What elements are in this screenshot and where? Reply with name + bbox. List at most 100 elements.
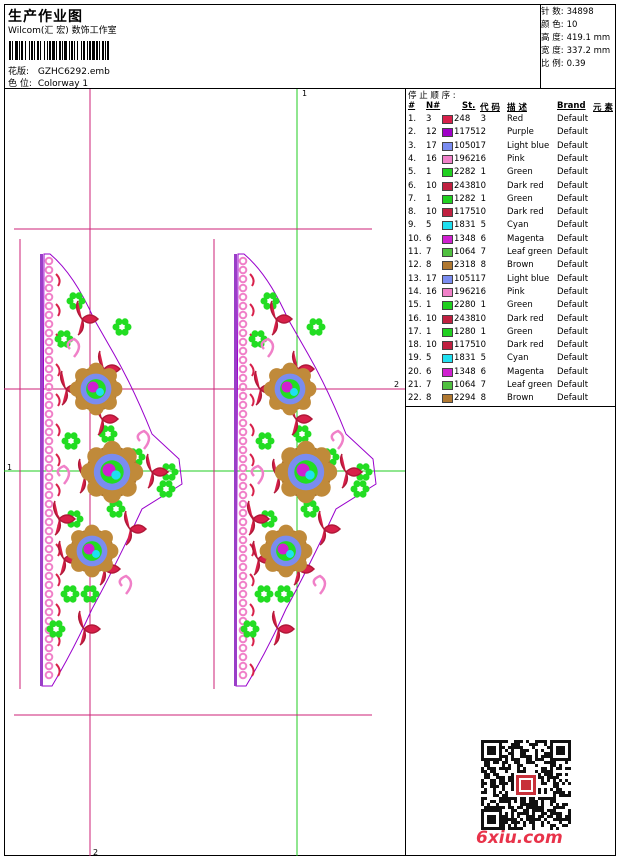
legend-cell-brand: Default [557, 167, 589, 178]
qr-module [559, 812, 562, 815]
qr-module [526, 818, 529, 821]
qr-module [526, 758, 529, 761]
leaf-dot [73, 520, 81, 528]
qr-module [538, 776, 541, 779]
legend-cell-c: 7 [426, 380, 432, 390]
qr-module [517, 758, 520, 761]
scallop [238, 346, 248, 356]
pink-curl [118, 574, 133, 595]
qr-module [532, 797, 535, 800]
scallop [44, 499, 54, 509]
legend-cell-code: 6 [480, 233, 486, 244]
scallop [44, 490, 54, 500]
qr-module [547, 776, 550, 779]
qr-module [514, 743, 517, 746]
qr-module [496, 806, 499, 809]
qr-module [514, 761, 517, 764]
qr-module [568, 782, 571, 785]
qr-module [559, 779, 562, 782]
leaf-dot [264, 432, 272, 440]
legend-row: 10. 6 1348 6 Magenta Default [406, 233, 616, 246]
qr-module [514, 824, 517, 827]
qr-module [481, 782, 484, 785]
scallop [44, 364, 54, 374]
qr-module [553, 824, 556, 827]
scallop [44, 463, 54, 473]
qr-module [553, 794, 556, 797]
scallop [238, 400, 248, 410]
scallop [238, 319, 248, 329]
leaf-dot [329, 448, 337, 456]
qr-module [505, 815, 508, 818]
leaf-dot [359, 490, 367, 498]
qr-module [521, 780, 531, 790]
qr-module [505, 812, 508, 815]
qr-module [514, 821, 517, 824]
scallop [44, 598, 54, 608]
qr-module [490, 785, 493, 788]
legend-cell-n: 11. [408, 247, 422, 257]
qr-module [484, 791, 487, 794]
legend-header: 元 素 [593, 103, 613, 113]
legend-row: 4. 16 1962 16 Pink Default [406, 153, 616, 166]
qr-module [550, 824, 553, 827]
header-panel: 生产作业图 Wilcom(汇 宏) 数饰工作室 花版: GZHC6292.emb… [4, 4, 541, 89]
scallop [238, 391, 248, 401]
legend-cell-brand: Default [557, 180, 589, 191]
qr-module [481, 779, 484, 782]
legend-cell-n: 15. [408, 300, 422, 311]
color-swatch [442, 234, 453, 244]
qr-module [487, 803, 490, 806]
qr-module [520, 818, 523, 821]
stat-label: 颜 色: [541, 20, 564, 30]
legend-cell-c: 5 [426, 353, 432, 364]
leaf-dot [70, 442, 78, 450]
qr-module [559, 788, 562, 791]
legend-row: 5. 1 2282 1 Green Default [406, 166, 616, 179]
leaf-dot [55, 630, 63, 638]
leaf-dot [243, 620, 251, 628]
legend-cell-desc: Leaf green [507, 380, 553, 390]
qr-module [565, 818, 568, 821]
qr-module [541, 740, 544, 743]
qr-module [514, 809, 517, 812]
qr-module [502, 821, 505, 824]
scallop [238, 454, 248, 464]
qr-module [508, 746, 511, 749]
legend-row: 18. 10 1175 10 Dark red Default [406, 339, 616, 352]
scallop [238, 355, 248, 365]
qr-module [559, 773, 562, 776]
qr-module [568, 812, 571, 815]
leaf-dot [69, 585, 77, 593]
qr-module [496, 773, 499, 776]
legend-cell-n: 8. [408, 207, 417, 218]
qr-module [565, 794, 568, 797]
qr-module [508, 767, 511, 770]
legend-cell-desc: Light blue [507, 273, 550, 284]
qr-module [559, 806, 562, 809]
legend-cell-code: 1 [480, 326, 486, 337]
scallop [238, 571, 248, 581]
qr-module [550, 812, 553, 815]
qr-module [544, 743, 547, 746]
vine [249, 423, 255, 437]
qr-module [544, 755, 547, 758]
qr-module [502, 800, 505, 803]
qr-module [556, 776, 559, 779]
qr-module [544, 818, 547, 821]
qr-module [568, 821, 571, 824]
vine [55, 603, 61, 617]
qr-module [541, 782, 544, 785]
embroidery-design-left [40, 253, 183, 687]
qr-module [556, 803, 559, 806]
vine [55, 663, 61, 677]
qr-module [505, 755, 508, 758]
legend-cell-brand: Default [557, 220, 589, 231]
legend-header: Brand [557, 101, 586, 111]
qr-module [538, 806, 541, 809]
qr-module [526, 806, 529, 809]
red-sprig [77, 610, 102, 646]
scallop [238, 418, 248, 428]
qr-module [553, 800, 556, 803]
legend-row: 19. 5 1831 5 Cyan Default [406, 352, 616, 365]
